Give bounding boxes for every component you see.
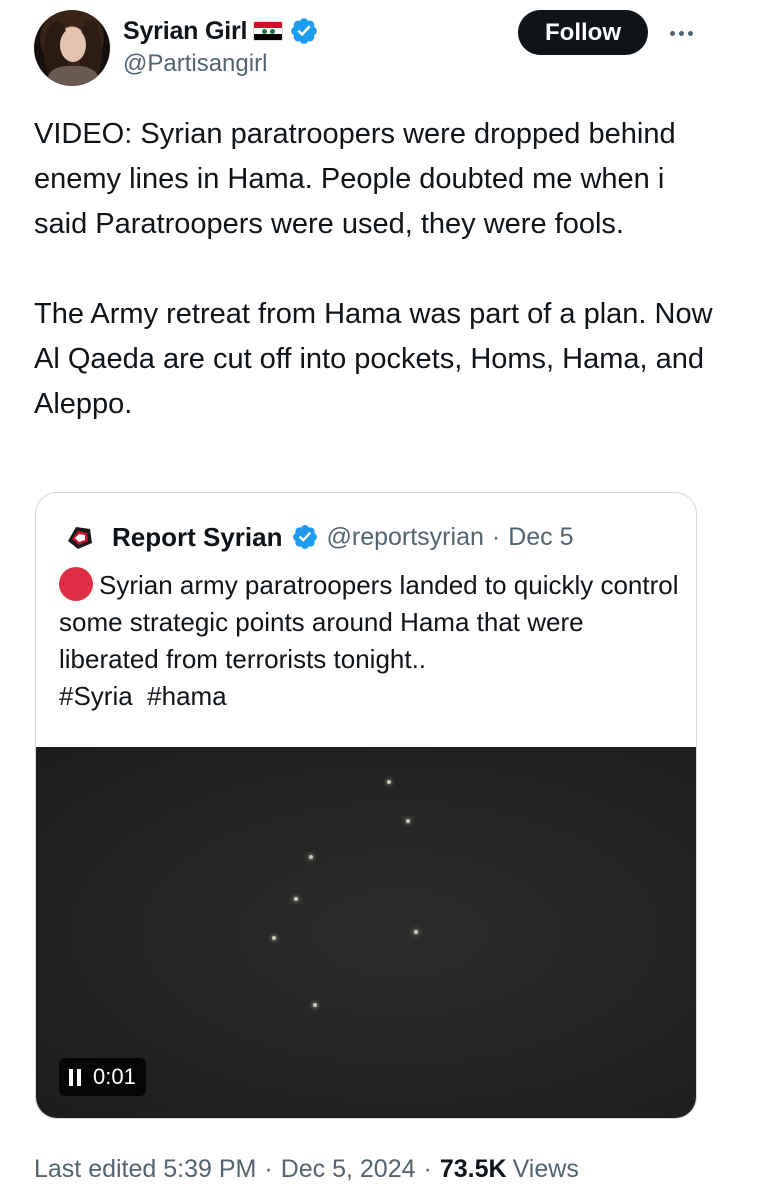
quoted-tweet-hashtags[interactable]: #Syria #hama xyxy=(59,678,689,715)
tweet-date[interactable]: Dec 5, 2024 xyxy=(281,1155,416,1184)
quoted-author-handle[interactable]: @reportsyrian xyxy=(327,523,484,552)
red-circle-emoji xyxy=(59,567,93,601)
quoted-tweet-date[interactable]: Dec 5 xyxy=(508,523,573,552)
tweet-meta: Last edited 5:39 PM · Dec 5, 2024 · 73.5… xyxy=(34,1151,579,1187)
tweet: Syrian Girl @Partisangirl Follow VIDEO: … xyxy=(0,0,759,1200)
verified-badge-icon xyxy=(292,525,317,549)
author-display-name[interactable]: Syrian Girl xyxy=(123,17,247,46)
more-icon[interactable] xyxy=(666,18,696,48)
video-light xyxy=(294,897,298,901)
pause-icon[interactable] xyxy=(69,1068,81,1086)
separator: · xyxy=(423,1154,432,1183)
syria-flag-icon xyxy=(253,21,284,41)
video-light xyxy=(272,936,276,940)
quoted-tweet-header: Report Syrian @reportsyrian · Dec 5 xyxy=(60,517,574,557)
video-light xyxy=(309,855,313,859)
video-light xyxy=(406,819,410,823)
quoted-tweet-card[interactable]: Report Syrian @reportsyrian · Dec 5 Syri… xyxy=(35,492,697,1119)
separator: · xyxy=(491,522,501,551)
video-light xyxy=(414,930,418,934)
quoted-author-avatar[interactable] xyxy=(60,517,100,557)
author-handle[interactable]: @Partisangirl xyxy=(123,50,267,78)
views-count: 73.5K xyxy=(439,1154,507,1183)
video-player[interactable]: 0:01 xyxy=(36,747,696,1118)
video-light xyxy=(387,780,391,784)
video-time: 0:01 xyxy=(93,1064,136,1089)
video-light xyxy=(313,1003,317,1007)
author-name-row: Syrian Girl xyxy=(123,14,319,48)
author-avatar[interactable] xyxy=(34,10,110,86)
quoted-tweet-text: Syrian army paratroopers landed to quick… xyxy=(59,567,689,715)
tweet-text: VIDEO: Syrian paratroopers were dropped … xyxy=(34,118,713,420)
follow-button[interactable]: Follow xyxy=(518,10,648,55)
video-controls[interactable]: 0:01 xyxy=(59,1058,146,1096)
verified-badge-icon[interactable] xyxy=(289,16,319,46)
separator: · xyxy=(264,1154,273,1183)
views-label: Views xyxy=(512,1154,579,1183)
last-edited[interactable]: Last edited 5:39 PM xyxy=(34,1155,256,1184)
quoted-author-name[interactable]: Report Syrian xyxy=(112,522,283,553)
quoted-tweet-body: Syrian army paratroopers landed to quick… xyxy=(59,570,679,674)
